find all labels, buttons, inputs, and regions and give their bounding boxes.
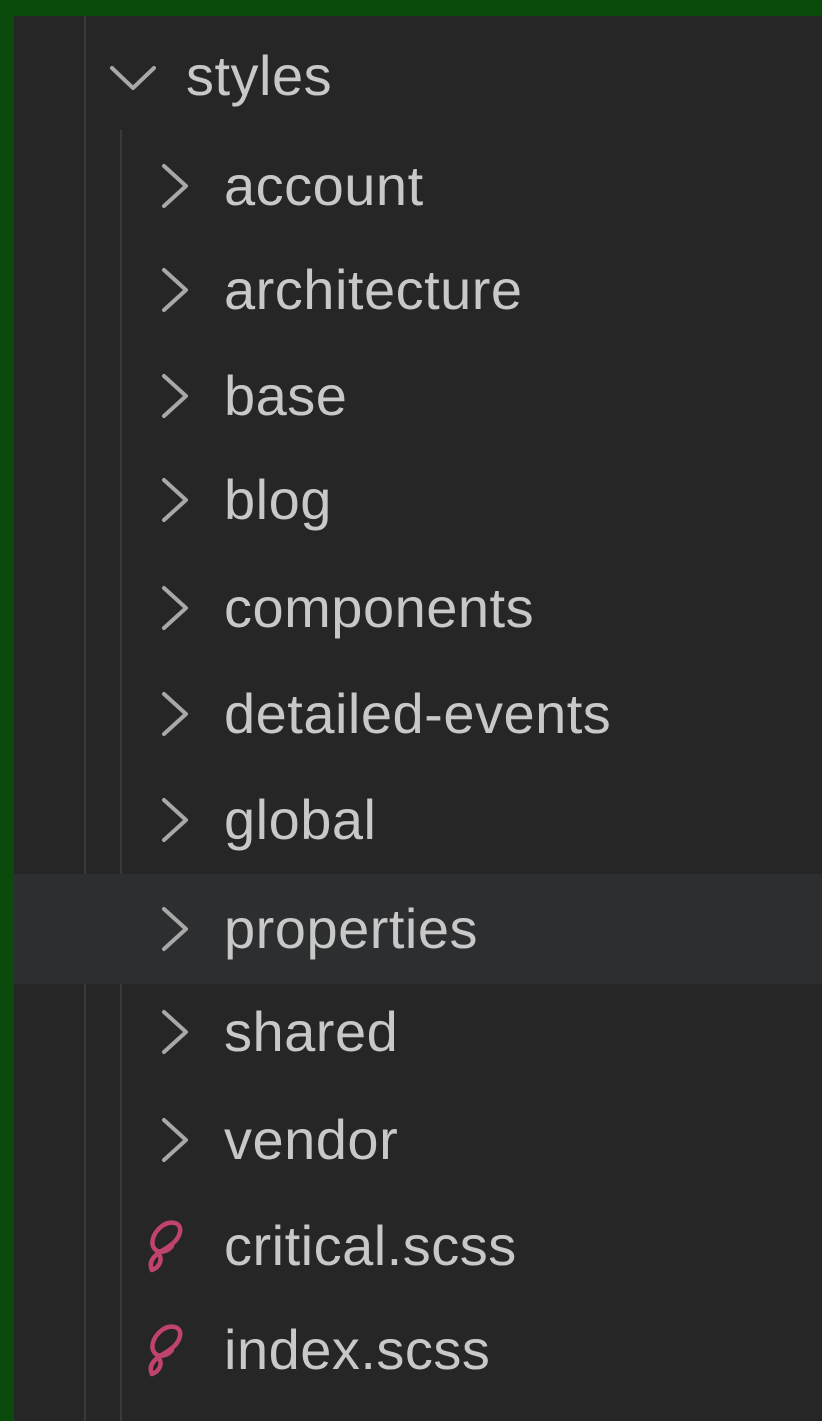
- file-label: index.scss: [224, 1318, 491, 1381]
- folder-row-account[interactable]: account: [14, 134, 822, 238]
- chevron-down-icon: [108, 52, 158, 100]
- folder-row-global[interactable]: global: [14, 768, 822, 872]
- folder-label: account: [224, 154, 424, 217]
- folder-label: base: [224, 364, 348, 427]
- folder-label: properties: [224, 897, 479, 960]
- chevron-right-icon: [154, 796, 194, 844]
- folder-row-base[interactable]: base: [14, 344, 822, 448]
- chevron-right-icon: [154, 584, 194, 632]
- folder-row-architecture[interactable]: architecture: [14, 238, 822, 342]
- folder-row-detailed-events[interactable]: detailed-events: [14, 662, 822, 766]
- chevron-right-icon: [154, 1008, 194, 1056]
- chevron-right-icon: [154, 905, 194, 953]
- folder-label: shared: [224, 1000, 399, 1063]
- chevron-right-icon: [154, 372, 194, 420]
- folder-label: blog: [224, 468, 332, 531]
- sass-file-icon: [138, 1320, 190, 1380]
- file-row-critical-scss[interactable]: critical.scss: [14, 1194, 822, 1298]
- folder-label: styles: [186, 44, 333, 107]
- folder-row-properties[interactable]: properties: [14, 874, 822, 984]
- chevron-right-icon: [154, 162, 194, 210]
- file-explorer-panel: styles account architecture base blog co…: [14, 16, 822, 1421]
- folder-label: vendor: [224, 1108, 399, 1171]
- folder-label: architecture: [224, 258, 523, 321]
- folder-label: components: [224, 576, 535, 639]
- folder-row-blog[interactable]: blog: [14, 448, 822, 552]
- folder-label: global: [224, 788, 377, 851]
- chevron-right-icon: [154, 476, 194, 524]
- file-row-index-scss[interactable]: index.scss: [14, 1298, 822, 1402]
- sass-file-icon: [138, 1216, 190, 1276]
- folder-row-components[interactable]: components: [14, 556, 822, 660]
- folder-row-vendor[interactable]: vendor: [14, 1088, 822, 1192]
- folder-row-shared[interactable]: shared: [14, 980, 822, 1084]
- folder-label: detailed-events: [224, 682, 612, 745]
- file-label: critical.scss: [224, 1214, 517, 1277]
- chevron-right-icon: [154, 266, 194, 314]
- chevron-right-icon: [154, 1116, 194, 1164]
- chevron-right-icon: [154, 690, 194, 738]
- folder-row-styles[interactable]: styles: [14, 24, 822, 128]
